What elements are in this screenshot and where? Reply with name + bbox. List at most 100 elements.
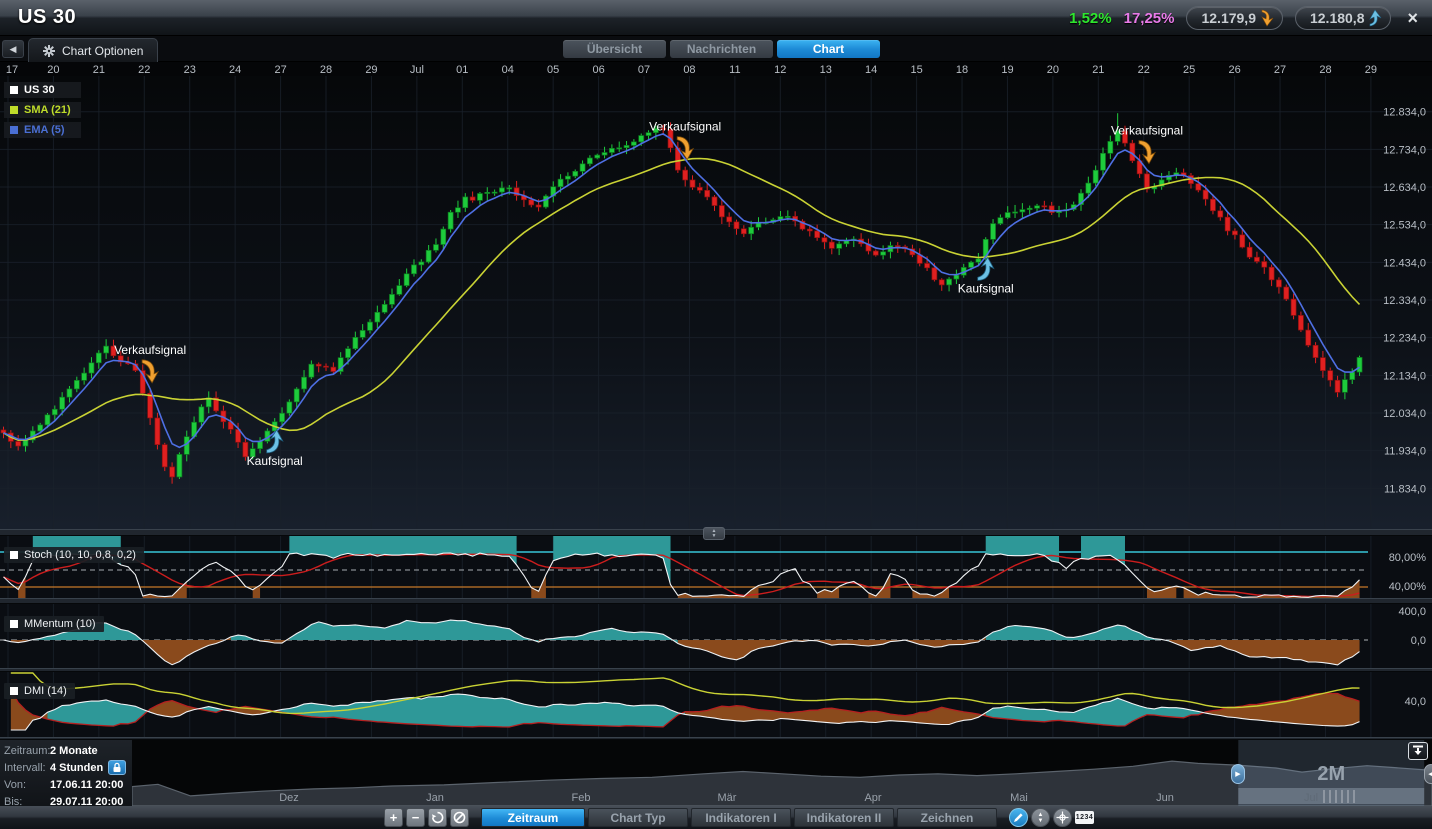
candle-body — [1284, 287, 1289, 299]
tab-chart[interactable]: Chart — [777, 40, 880, 58]
momentum-level-label: 400,0 — [1398, 606, 1426, 618]
export-button[interactable] — [1408, 742, 1428, 760]
candle-body — [1210, 199, 1215, 211]
candle-body — [712, 197, 717, 206]
price-axis-label: 12.034,0 — [1383, 408, 1426, 420]
candle-body — [837, 244, 842, 249]
candle-body — [1101, 153, 1106, 170]
collapse-panel-button[interactable]: ◀ — [2, 40, 24, 58]
candle-body — [1225, 217, 1230, 231]
candle-body — [1, 430, 6, 433]
change-percent-high: 17,25% — [1124, 10, 1175, 27]
zoom-out-button[interactable]: − — [406, 808, 425, 827]
legend-item-sma: SMA (21) — [4, 102, 81, 118]
candle-body — [426, 250, 431, 262]
date-axis-label: 25 — [1183, 64, 1195, 76]
candle-body — [624, 145, 629, 147]
values-display-button[interactable]: 1234 — [1075, 808, 1094, 827]
zoom-in-button[interactable]: + — [384, 808, 403, 827]
candle-body — [1240, 235, 1245, 247]
sell-signal-label: Verkaufsignal — [114, 343, 186, 357]
candle-body — [404, 274, 409, 286]
momentum-level-label: 0,0 — [1411, 635, 1426, 647]
navigator-month-label: Jun — [1156, 792, 1174, 804]
title-bar: US 30 1,52% 17,25% 12.179,9 12.180,8 × — [0, 0, 1432, 36]
sell-signal-label: Verkaufsignal — [649, 120, 721, 134]
candle-body — [617, 148, 622, 149]
scale-toggle-button[interactable]: ▲▼ — [1031, 808, 1050, 827]
candle-body — [683, 170, 688, 180]
navigator-month-label: Mai — [1010, 792, 1028, 804]
candle-body — [1342, 380, 1347, 393]
candle-body — [302, 377, 307, 389]
crosshair-button[interactable] — [1053, 808, 1072, 827]
candle-body — [67, 389, 72, 397]
date-axis-label: 21 — [1092, 64, 1104, 76]
candle-body — [1144, 174, 1149, 189]
toolbar-tab-indikatoren-2[interactable]: Indikatoren II — [794, 808, 894, 827]
navigator-month-label: Mär — [718, 792, 737, 804]
date-axis-label: 27 — [1274, 64, 1286, 76]
close-button[interactable]: × — [1403, 9, 1422, 27]
date-axis-label: 11 — [729, 64, 740, 76]
candle-body — [1232, 231, 1237, 235]
buy-price-button[interactable]: 12.180,8 — [1295, 6, 1392, 30]
main-chart-svg[interactable]: 172021222324272829Jul0104050607081112131… — [0, 62, 1432, 740]
info-value: 4 Stunden — [50, 762, 103, 774]
candle-body — [492, 192, 497, 193]
candle-body — [580, 164, 585, 172]
candle-body — [954, 275, 959, 279]
date-axis-label: 19 — [1001, 64, 1013, 76]
toolbar-tab-chart-typ[interactable]: Chart Typ — [588, 808, 688, 827]
sell-price-button[interactable]: 12.179,9 — [1186, 6, 1283, 30]
candle-body — [162, 445, 167, 467]
toolbar-tab-zeitraum[interactable]: Zeitraum — [481, 808, 585, 827]
candle-body — [1027, 208, 1032, 209]
dmi-indicator-label: DMI (14) — [4, 683, 75, 699]
candle-body — [947, 279, 952, 285]
tab-uebersicht[interactable]: Übersicht — [563, 40, 666, 58]
pane-splitter-button[interactable]: ▲ ▼ — [703, 527, 725, 540]
series-swatch — [10, 86, 18, 94]
chart-options-tab[interactable]: Chart Optionen — [28, 38, 158, 62]
chart-legend: US 30 SMA (21) EMA (5) — [4, 82, 81, 138]
candle-body — [411, 265, 416, 274]
draw-pencil-button[interactable] — [1009, 808, 1028, 827]
date-axis-label: 12 — [774, 64, 786, 76]
candle-body — [433, 245, 438, 251]
selection-right-handle[interactable]: ◀ — [1424, 764, 1432, 784]
date-axis-label: 08 — [683, 64, 695, 76]
tab-nachrichten[interactable]: Nachrichten — [670, 40, 773, 58]
trading-chart-window: US 30 1,52% 17,25% 12.179,9 12.180,8 × ◀ — [0, 0, 1432, 829]
candle-body — [1005, 213, 1010, 218]
candle-body — [331, 367, 336, 371]
price-axis-label: 11.834,0 — [1384, 483, 1426, 495]
chart-tab-strip: ◀ Chart Optionen Üb — [0, 36, 1432, 62]
cancel-button[interactable] — [450, 808, 469, 827]
view-tabs: Übersicht Nachrichten Chart — [563, 40, 880, 58]
candle-body — [807, 229, 812, 231]
gear-icon — [43, 45, 55, 57]
main-pane-bg — [0, 76, 1432, 529]
candle-body — [52, 409, 57, 415]
refresh-button[interactable] — [428, 808, 447, 827]
toolbar-tab-indikatoren-1[interactable]: Indikatoren I — [691, 808, 791, 827]
candle-body — [448, 212, 453, 229]
info-label: Intervall: — [4, 762, 50, 774]
date-axis-label: 04 — [502, 64, 514, 76]
candle-body — [573, 171, 578, 176]
candle-body — [1357, 357, 1362, 372]
interval-lock-button[interactable] — [108, 760, 126, 775]
candle-body — [89, 363, 94, 373]
indicator-swatch — [10, 551, 18, 559]
selection-range-label: 2M — [1317, 763, 1345, 785]
candle-body — [280, 413, 285, 422]
selection-left-handle[interactable]: ▶ — [1231, 764, 1245, 784]
candle-body — [360, 330, 365, 337]
candle-body — [1218, 211, 1223, 217]
date-axis-label: 14 — [865, 64, 877, 76]
chart-area[interactable]: 172021222324272829Jul0104050607081112131… — [0, 62, 1432, 740]
arrow-down-icon — [1260, 9, 1274, 27]
toolbar-tab-zeichnen[interactable]: Zeichnen — [897, 808, 997, 827]
legend-item-us30: US 30 — [4, 82, 81, 98]
